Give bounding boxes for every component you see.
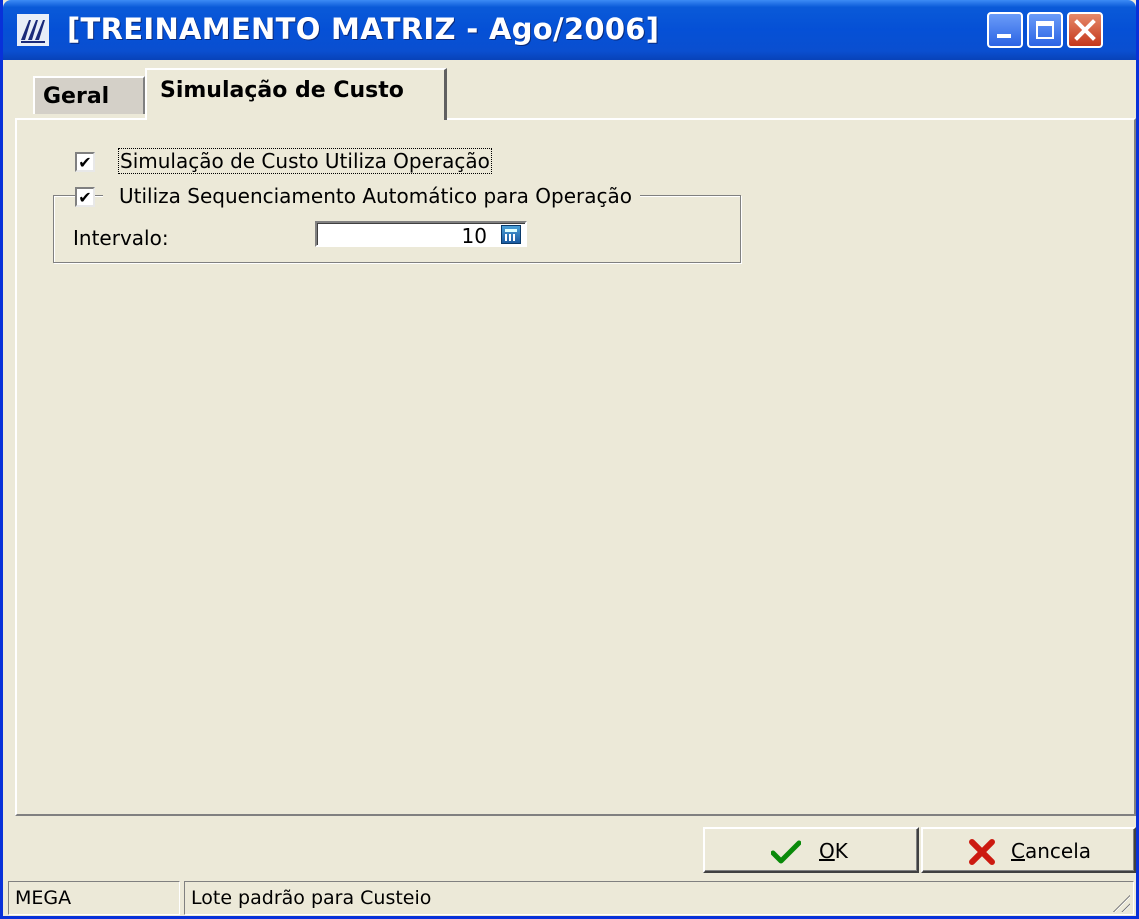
tab-simulacao-de-custo[interactable]: Simulação de Custo (145, 68, 447, 120)
tab-geral[interactable]: Geral (33, 76, 145, 114)
intervalo-label: Intervalo: (73, 226, 169, 250)
minimize-button[interactable] (987, 12, 1023, 48)
maximize-icon (1036, 21, 1054, 39)
status-company: MEGA (8, 881, 180, 915)
calculator-icon[interactable] (501, 225, 521, 244)
simulacao-utiliza-operacao-label[interactable]: Simulação de Custo Utiliza Operação (118, 148, 492, 174)
cancel-button[interactable]: Cancela (921, 827, 1136, 873)
dialog-window: [TREINAMENTO MATRIZ - Ago/2006] Geral Si… (0, 0, 1139, 919)
sequenciamento-automatico-label[interactable]: Utiliza Sequenciamento Automático para O… (103, 184, 640, 208)
cancel-button-label: Cancela (1011, 839, 1092, 863)
checkmark-icon (771, 840, 801, 864)
ok-button[interactable]: OK (703, 827, 919, 873)
x-icon (969, 839, 995, 865)
sequenciamento-automatico-checkbox[interactable]: ✔ (75, 187, 95, 207)
title-bar[interactable]: [TREINAMENTO MATRIZ - Ago/2006] (3, 0, 1136, 60)
maximize-button[interactable] (1027, 12, 1063, 48)
minimize-icon (997, 34, 1011, 38)
intervalo-input[interactable]: 10 (315, 221, 527, 248)
window-title: [TREINAMENTO MATRIZ - Ago/2006] (67, 12, 660, 46)
status-bar: MEGA Lote padrão para Custeio (3, 880, 1136, 916)
close-button[interactable] (1067, 12, 1103, 48)
ok-button-label: OK (819, 839, 848, 863)
intervalo-value: 10 (461, 224, 487, 248)
status-message: Lote padrão para Custeio (184, 881, 1134, 915)
mega-logo-icon (17, 14, 49, 46)
simulacao-utiliza-operacao-checkbox[interactable]: ✔ (75, 152, 95, 172)
close-icon (1074, 19, 1096, 41)
